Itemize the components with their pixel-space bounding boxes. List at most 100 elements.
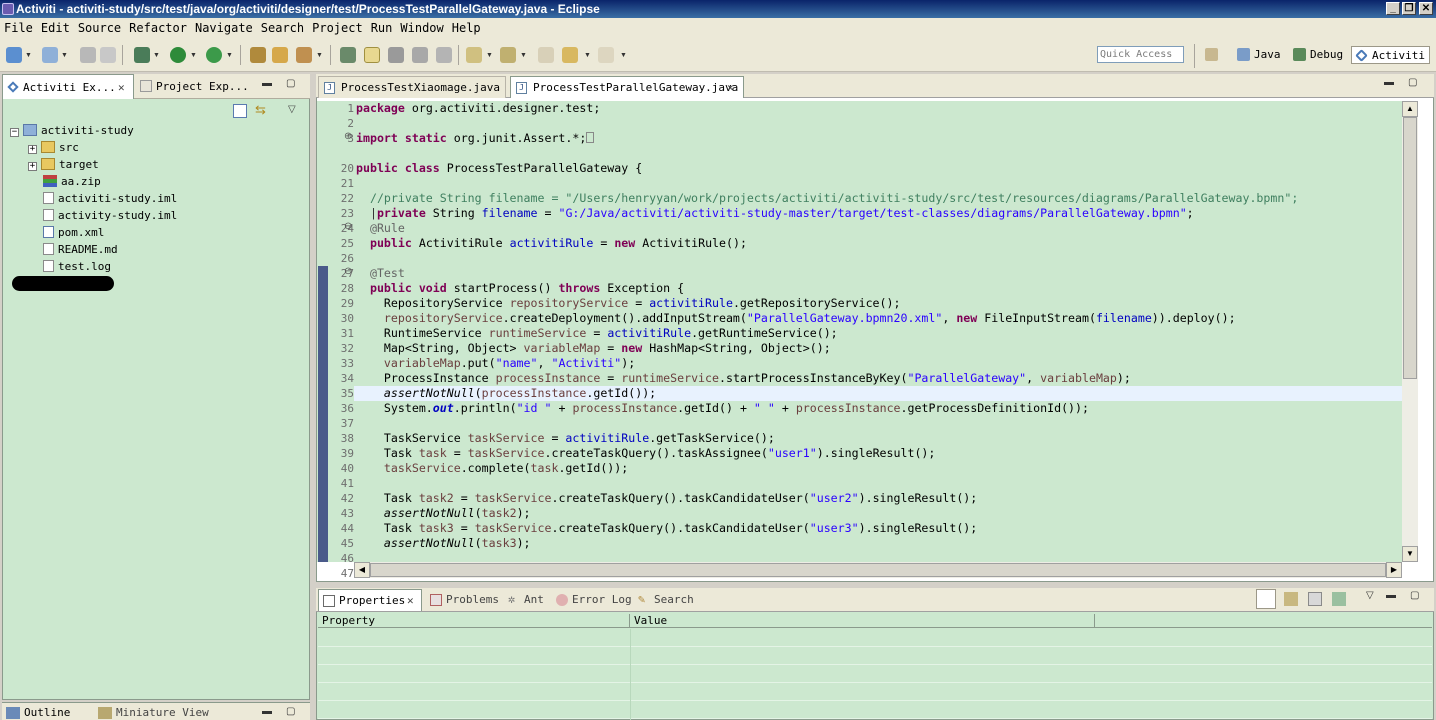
editor-tab-xiaomage[interactable]: J ProcessTestXiaomage.java: [318, 76, 506, 98]
new-project-icon[interactable]: [42, 47, 58, 63]
close-icon[interactable]: ✕: [118, 75, 125, 100]
maximize-view-icon[interactable]: ▢: [286, 706, 295, 717]
highlight-icon[interactable]: [364, 47, 380, 63]
show-advanced-icon[interactable]: [1284, 592, 1298, 606]
block-selection-icon[interactable]: [388, 47, 404, 63]
tree-item-target[interactable]: + target: [28, 157, 99, 173]
folded-marker-icon[interactable]: [586, 132, 595, 143]
debug-icon[interactable]: [134, 47, 150, 63]
search-dropdown-icon[interactable]: ▼: [316, 52, 323, 59]
close-button[interactable]: ✕: [1419, 2, 1433, 15]
minimize-view-icon[interactable]: ▬: [1386, 590, 1396, 601]
scroll-down-icon[interactable]: ▼: [1402, 546, 1418, 562]
tab-properties[interactable]: Properties ✕: [318, 589, 422, 611]
open-folder-icon[interactable]: [272, 47, 288, 63]
open-type-icon[interactable]: [250, 47, 266, 63]
menu-window[interactable]: Window: [396, 18, 447, 36]
window-title-bar[interactable]: Activiti - activiti-study/src/test/java/…: [0, 0, 1436, 18]
scroll-left-icon[interactable]: ◀: [354, 562, 370, 578]
editor-horizontal-scrollbar[interactable]: ◀ ▶: [354, 562, 1402, 578]
quick-access-input[interactable]: Quick Access: [1097, 46, 1184, 63]
tree-item-activiti-study-iml[interactable]: activiti-study.iml: [43, 191, 177, 207]
expand-toggle-icon[interactable]: +: [28, 162, 37, 171]
minimize-view-icon[interactable]: ▬: [262, 78, 272, 89]
run-external-icon[interactable]: [206, 47, 222, 63]
view-menu-icon[interactable]: ▽: [288, 104, 296, 115]
perspective-debug[interactable]: Debug: [1290, 46, 1343, 64]
collapse-toggle-icon[interactable]: −: [10, 128, 19, 137]
tree-item-test-log[interactable]: test.log: [43, 259, 111, 275]
search-tool-icon[interactable]: [296, 47, 312, 63]
link-with-editor-icon[interactable]: ⇆: [255, 103, 271, 118]
debug-dropdown-icon[interactable]: ▼: [153, 52, 160, 59]
next-annotation-dropdown-icon[interactable]: ▼: [486, 52, 493, 59]
editor-tab-parallel-gateway[interactable]: J ProcessTestParallelGateway.java ✕: [510, 76, 744, 98]
scroll-right-icon[interactable]: ▶: [1386, 562, 1402, 578]
menu-search[interactable]: Search: [257, 18, 308, 36]
tab-search[interactable]: ✎ Search: [634, 589, 694, 611]
minimize-editor-icon[interactable]: ▬: [1384, 77, 1394, 88]
show-categories-icon[interactable]: [1256, 589, 1276, 609]
run-dropdown-icon[interactable]: ▼: [190, 52, 197, 59]
menu-navigate[interactable]: Navigate: [191, 18, 257, 36]
new-icon[interactable]: [6, 47, 22, 63]
toggle-mark-icon[interactable]: [340, 47, 356, 63]
close-icon[interactable]: ✕: [407, 590, 414, 612]
pin-icon[interactable]: [1332, 592, 1346, 606]
save-icon[interactable]: [80, 47, 96, 63]
expand-toggle-icon[interactable]: +: [28, 145, 37, 154]
tree-root[interactable]: − activiti-study: [10, 123, 134, 139]
save-all-icon[interactable]: [100, 47, 116, 63]
tree-item-readme-md[interactable]: README.md: [43, 242, 118, 258]
fold-expand-icon[interactable]: ⊕: [344, 131, 352, 142]
prev-annotation-icon[interactable]: [500, 47, 516, 63]
close-icon[interactable]: ✕: [727, 77, 734, 99]
prev-annotation-dropdown-icon[interactable]: ▼: [520, 52, 527, 59]
forward-dropdown-icon[interactable]: ▼: [620, 52, 627, 59]
back-icon[interactable]: [562, 47, 578, 63]
fold-collapse-icon[interactable]: ⊖: [344, 266, 352, 277]
editor-vertical-scrollbar[interactable]: ▲ ▼: [1402, 101, 1418, 562]
tab-ant[interactable]: ✲ Ant: [504, 589, 544, 611]
open-perspective-button[interactable]: [1202, 46, 1218, 64]
minimize-button[interactable]: _: [1386, 2, 1400, 15]
tab-error-log[interactable]: Error Log: [552, 589, 632, 611]
perspective-activiti[interactable]: Activiti: [1351, 46, 1430, 64]
column-header-value[interactable]: Value: [630, 614, 1095, 628]
tree-item-aa-zip[interactable]: aa.zip: [43, 174, 101, 190]
next-annotation-icon[interactable]: [466, 47, 482, 63]
new-dropdown-icon[interactable]: ▼: [25, 52, 32, 59]
menu-help[interactable]: Help: [448, 18, 485, 36]
minimize-view-icon[interactable]: ▬: [262, 706, 272, 717]
column-header-property[interactable]: Property: [318, 614, 630, 628]
run-external-dropdown-icon[interactable]: ▼: [226, 52, 233, 59]
menu-refactor[interactable]: Refactor: [125, 18, 191, 36]
scrollbar-thumb[interactable]: [370, 563, 1386, 577]
last-edit-icon[interactable]: [538, 47, 554, 63]
tree-item-activity-study-iml[interactable]: activity-study.iml: [43, 208, 177, 224]
fold-collapse-icon[interactable]: ⊖: [344, 221, 352, 232]
new-project-dropdown-icon[interactable]: ▼: [61, 52, 68, 59]
show-whitespace-icon[interactable]: [412, 47, 428, 63]
scroll-up-icon[interactable]: ▲: [1402, 101, 1418, 117]
perspective-java[interactable]: Java: [1234, 46, 1281, 64]
menu-run[interactable]: Run: [367, 18, 397, 36]
tab-miniature-view[interactable]: Miniature View: [116, 706, 209, 719]
menu-project[interactable]: Project: [308, 18, 367, 36]
forward-icon[interactable]: [598, 47, 614, 63]
back-dropdown-icon[interactable]: ▼: [584, 52, 591, 59]
menu-file[interactable]: File: [0, 18, 37, 36]
maximize-view-icon[interactable]: ▢: [286, 78, 295, 89]
tree-item-pom-xml[interactable]: pom.xml: [43, 225, 104, 241]
tab-activiti-explorer[interactable]: Activiti Ex... ✕: [2, 74, 134, 99]
maximize-view-icon[interactable]: ▢: [1410, 590, 1419, 601]
collapse-all-icon[interactable]: [233, 104, 247, 118]
tree-item-src[interactable]: + src: [28, 140, 79, 156]
menu-source[interactable]: Source: [74, 18, 125, 36]
scrollbar-thumb[interactable]: [1403, 117, 1417, 379]
view-menu-icon[interactable]: ▽: [1366, 590, 1374, 601]
menu-edit[interactable]: Edit: [37, 18, 74, 36]
paragraph-icon[interactable]: [436, 47, 452, 63]
filter-icon[interactable]: [1308, 592, 1322, 606]
run-icon[interactable]: [170, 47, 186, 63]
